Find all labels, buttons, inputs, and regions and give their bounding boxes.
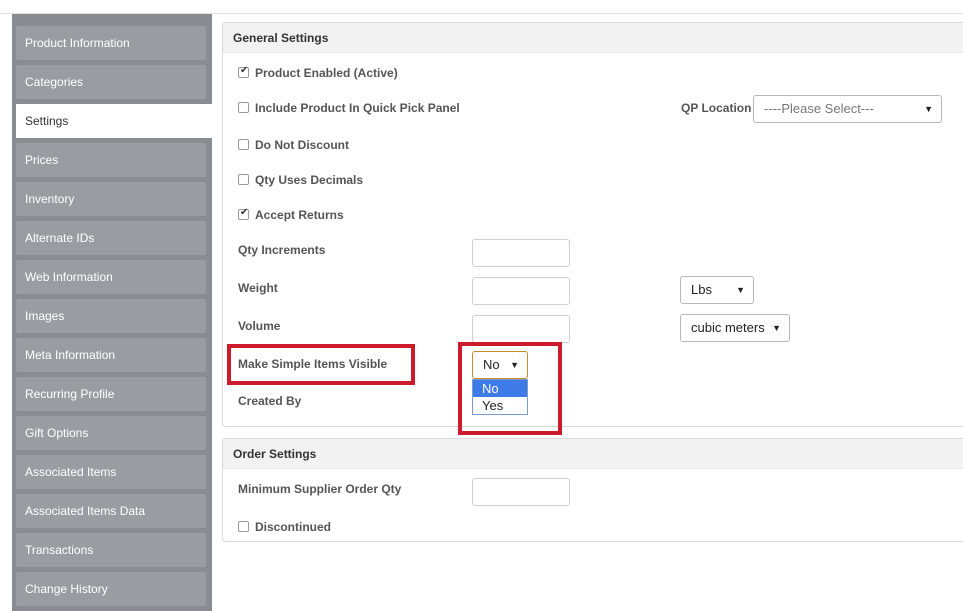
- volume-input[interactable]: [472, 315, 570, 343]
- do-not-discount-checkbox[interactable]: [238, 139, 249, 150]
- sidebar-item-settings[interactable]: Settings: [16, 104, 212, 138]
- qty-decimals-checkbox[interactable]: [238, 174, 249, 185]
- sidebar-item-categories[interactable]: Categories: [16, 65, 206, 99]
- volume-unit-value: cubic meters: [691, 320, 765, 335]
- sidebar-item-images[interactable]: Images: [16, 299, 206, 333]
- sidebar-item-alternate-ids[interactable]: Alternate IDs: [16, 221, 206, 255]
- highlight-box-label: [227, 344, 415, 385]
- accept-returns-checkbox[interactable]: [238, 207, 249, 220]
- chevron-down-icon: ▼: [924, 104, 933, 114]
- sidebar-item-associated-items-data[interactable]: Associated Items Data: [16, 494, 206, 528]
- sidebar-item-associated-items[interactable]: Associated Items: [16, 455, 206, 489]
- sidebar-item-prices[interactable]: Prices: [16, 143, 206, 177]
- qty-increments-input[interactable]: [472, 239, 570, 267]
- do-not-discount-label: Do Not Discount: [255, 138, 349, 152]
- quick-pick-label: Include Product In Quick Pick Panel: [255, 101, 460, 115]
- sidebar-item-meta-information[interactable]: Meta Information: [16, 338, 206, 372]
- sidebar-item-recurring-profile[interactable]: Recurring Profile: [16, 377, 206, 411]
- discontinued-label: Discontinued: [255, 520, 332, 534]
- quick-pick-checkbox[interactable]: [238, 102, 249, 113]
- qty-decimals-label: Qty Uses Decimals: [255, 173, 364, 187]
- min-supplier-qty-label: Minimum Supplier Order Qty: [238, 482, 402, 496]
- weight-unit-value: Lbs: [691, 282, 712, 297]
- weight-unit-select[interactable]: Lbs ▼: [680, 276, 754, 304]
- sidebar-item-transactions[interactable]: Transactions: [16, 533, 206, 567]
- created-by-label: Created By: [238, 394, 302, 408]
- sidebar-item-gift-options[interactable]: Gift Options: [16, 416, 206, 450]
- sidebar-nav: Product Information Categories Settings …: [12, 14, 212, 611]
- sidebar-item-product-information[interactable]: Product Information: [16, 26, 206, 60]
- discontinued-checkbox[interactable]: [238, 521, 249, 532]
- chevron-down-icon: ▼: [772, 323, 781, 333]
- qp-location-label: QP Location: [681, 101, 752, 115]
- sidebar-item-change-history[interactable]: Change History: [16, 572, 206, 606]
- qp-location-placeholder: ----Please Select---: [764, 101, 874, 116]
- sidebar-item-web-information[interactable]: Web Information: [16, 260, 206, 294]
- product-enabled-checkbox[interactable]: [238, 65, 249, 78]
- product-enabled-label: Product Enabled (Active): [255, 66, 398, 80]
- weight-label: Weight: [238, 281, 278, 295]
- min-supplier-qty-input[interactable]: [472, 478, 570, 506]
- volume-unit-select[interactable]: cubic meters ▼: [680, 314, 790, 342]
- qp-location-select[interactable]: ----Please Select--- ▼: [753, 95, 942, 123]
- volume-label: Volume: [238, 319, 281, 333]
- top-strip: [0, 0, 963, 14]
- order-settings-title: Order Settings: [223, 439, 963, 469]
- accept-returns-label: Accept Returns: [255, 208, 344, 222]
- general-settings-title: General Settings: [223, 23, 963, 53]
- sidebar-item-inventory[interactable]: Inventory: [16, 182, 206, 216]
- weight-input[interactable]: [472, 277, 570, 305]
- chevron-down-icon: ▼: [736, 285, 745, 295]
- highlight-box-dropdown: [458, 342, 562, 435]
- qty-increments-label: Qty Increments: [238, 243, 326, 257]
